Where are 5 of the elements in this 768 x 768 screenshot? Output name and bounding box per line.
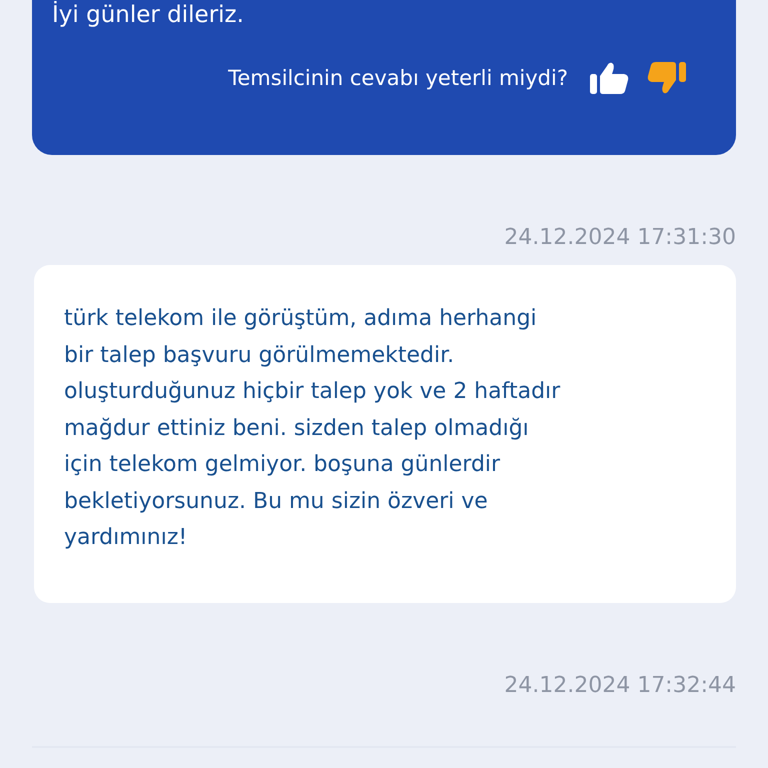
message-timestamp: 24.12.2024 17:31:30 xyxy=(503,224,736,252)
feedback-question: Temsilcinin cevabı yeterli miydi? xyxy=(228,66,568,90)
message-text: İyi günler dileriz. xyxy=(52,0,245,30)
message-timestamp: 24.12.2024 17:32:44 xyxy=(503,672,736,700)
message-text: türk telekom ile görüştüm, adıma herhangi bir talep başvuru görülmemektedir. oluşturduğunuz hiçbir talep yok ve 2 haftadır mağdur ettiniz beni. sizden talep olmadığı için telekom gelmiyor. boşuna günlerdir bekletiyorsunuz. Bu mu sizin özveri ve yardımınız! xyxy=(64,305,562,552)
